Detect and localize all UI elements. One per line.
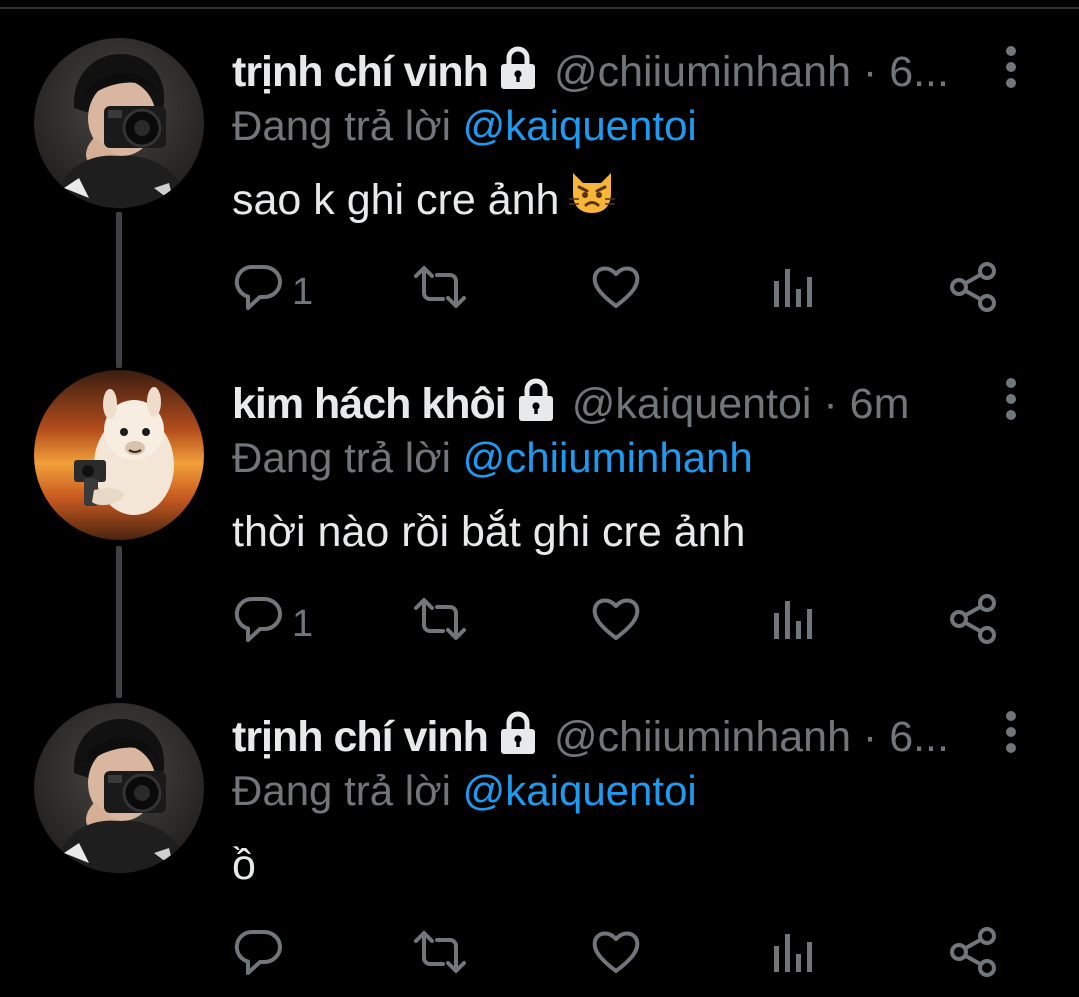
avatar[interactable] xyxy=(34,370,204,540)
reply-icon xyxy=(232,593,284,655)
heart-icon xyxy=(590,593,642,655)
analytics-icon xyxy=(770,593,816,655)
tweet-text: thời nào rồi bắt ghi cre ảnh xyxy=(232,504,1012,560)
reply-icon xyxy=(232,926,284,988)
pouting-cat-emoji xyxy=(567,169,617,229)
share-icon xyxy=(946,926,1000,988)
replying-to: Đang trả lời @kaiquentoi xyxy=(232,100,1012,152)
tweet-content: trịnh chí vinh @chiiuminhanh · 6... Đang… xyxy=(232,44,1012,233)
reply-button[interactable]: 1 xyxy=(232,264,313,320)
tweet-text-body: thời nào rồi bắt ghi cre ảnh xyxy=(232,508,746,556)
share-button[interactable] xyxy=(946,593,1000,655)
retweet-button[interactable] xyxy=(412,929,468,985)
display-name[interactable]: kim hách khôi xyxy=(232,376,507,432)
lock-icon xyxy=(498,45,538,91)
heart-icon xyxy=(590,261,642,323)
tweet[interactable]: trịnh chí vinh @chiiuminhanh · 6... Đang… xyxy=(0,0,1079,332)
heart-icon xyxy=(590,926,642,988)
tweet-actions xyxy=(232,926,1012,988)
more-vertical-icon[interactable] xyxy=(996,709,1026,755)
like-button[interactable] xyxy=(590,264,642,320)
analytics-icon xyxy=(770,926,816,988)
tweet-actions: 1 xyxy=(232,593,1012,655)
lock-icon xyxy=(498,710,538,756)
avatar[interactable] xyxy=(34,703,204,873)
tweet-header: trịnh chí vinh @chiiuminhanh · 6... xyxy=(232,709,1012,765)
tweet-content: kim hách khôi @kaiquentoi · 6m Đang trả … xyxy=(232,376,1012,560)
tweet[interactable]: trịnh chí vinh @chiiuminhanh · 6... Đang… xyxy=(0,665,1079,997)
more-vertical-icon[interactable] xyxy=(996,44,1026,90)
retweet-icon xyxy=(412,261,468,323)
reply-count: 1 xyxy=(292,602,314,645)
tweet-text: sao k ghi cre ảnh xyxy=(232,172,1012,233)
tweet-header: trịnh chí vinh @chiiuminhanh · 6... xyxy=(232,44,1012,100)
tweet-text: ồ xyxy=(232,837,1012,893)
mention-link[interactable]: @kaiquentoi xyxy=(463,767,697,814)
share-button[interactable] xyxy=(946,261,1000,323)
views-button[interactable] xyxy=(770,596,816,652)
replying-prefix: Đang trả lời xyxy=(232,434,463,481)
tweet-text-body: ồ xyxy=(232,841,256,889)
replying-to: Đang trả lời @kaiquentoi xyxy=(232,765,1012,817)
avatar[interactable] xyxy=(34,38,204,208)
retweet-icon xyxy=(412,593,468,655)
share-button[interactable] xyxy=(946,926,1000,988)
share-icon xyxy=(946,261,1000,323)
tweet-header: kim hách khôi @kaiquentoi · 6m xyxy=(232,376,1012,432)
reply-count: 1 xyxy=(292,270,314,313)
reply-button[interactable]: 1 xyxy=(232,596,313,652)
views-button[interactable] xyxy=(770,929,816,985)
tweet-text-body: sao k ghi cre ảnh xyxy=(232,176,560,224)
tweet-content: trịnh chí vinh @chiiuminhanh · 6... Đang… xyxy=(232,709,1012,893)
replying-to: Đang trả lời @chiiuminhanh xyxy=(232,432,1012,484)
handle-and-time[interactable]: @kaiquentoi · 6m xyxy=(572,376,910,432)
handle-and-time[interactable]: @chiiuminhanh · 6... xyxy=(554,44,949,100)
retweet-button[interactable] xyxy=(412,264,468,320)
more-vertical-icon[interactable] xyxy=(996,376,1026,422)
display-name[interactable]: trịnh chí vinh xyxy=(232,709,489,765)
lock-icon xyxy=(516,377,556,423)
retweet-icon xyxy=(412,926,468,988)
analytics-icon xyxy=(770,261,816,323)
display-name[interactable]: trịnh chí vinh xyxy=(232,44,489,100)
mention-link[interactable]: @kaiquentoi xyxy=(463,102,697,149)
retweet-button[interactable] xyxy=(412,596,468,652)
mention-link[interactable]: @chiiuminhanh xyxy=(463,434,753,481)
reply-icon xyxy=(232,261,284,323)
replying-prefix: Đang trả lời xyxy=(232,102,463,149)
like-button[interactable] xyxy=(590,929,642,985)
handle-and-time[interactable]: @chiiuminhanh · 6... xyxy=(554,709,949,765)
tweet-actions: 1 xyxy=(232,261,1012,323)
tweet[interactable]: kim hách khôi @kaiquentoi · 6m Đang trả … xyxy=(0,332,1079,664)
replying-prefix: Đang trả lời xyxy=(232,767,463,814)
views-button[interactable] xyxy=(770,264,816,320)
reply-button[interactable] xyxy=(232,929,292,985)
share-icon xyxy=(946,593,1000,655)
like-button[interactable] xyxy=(590,596,642,652)
